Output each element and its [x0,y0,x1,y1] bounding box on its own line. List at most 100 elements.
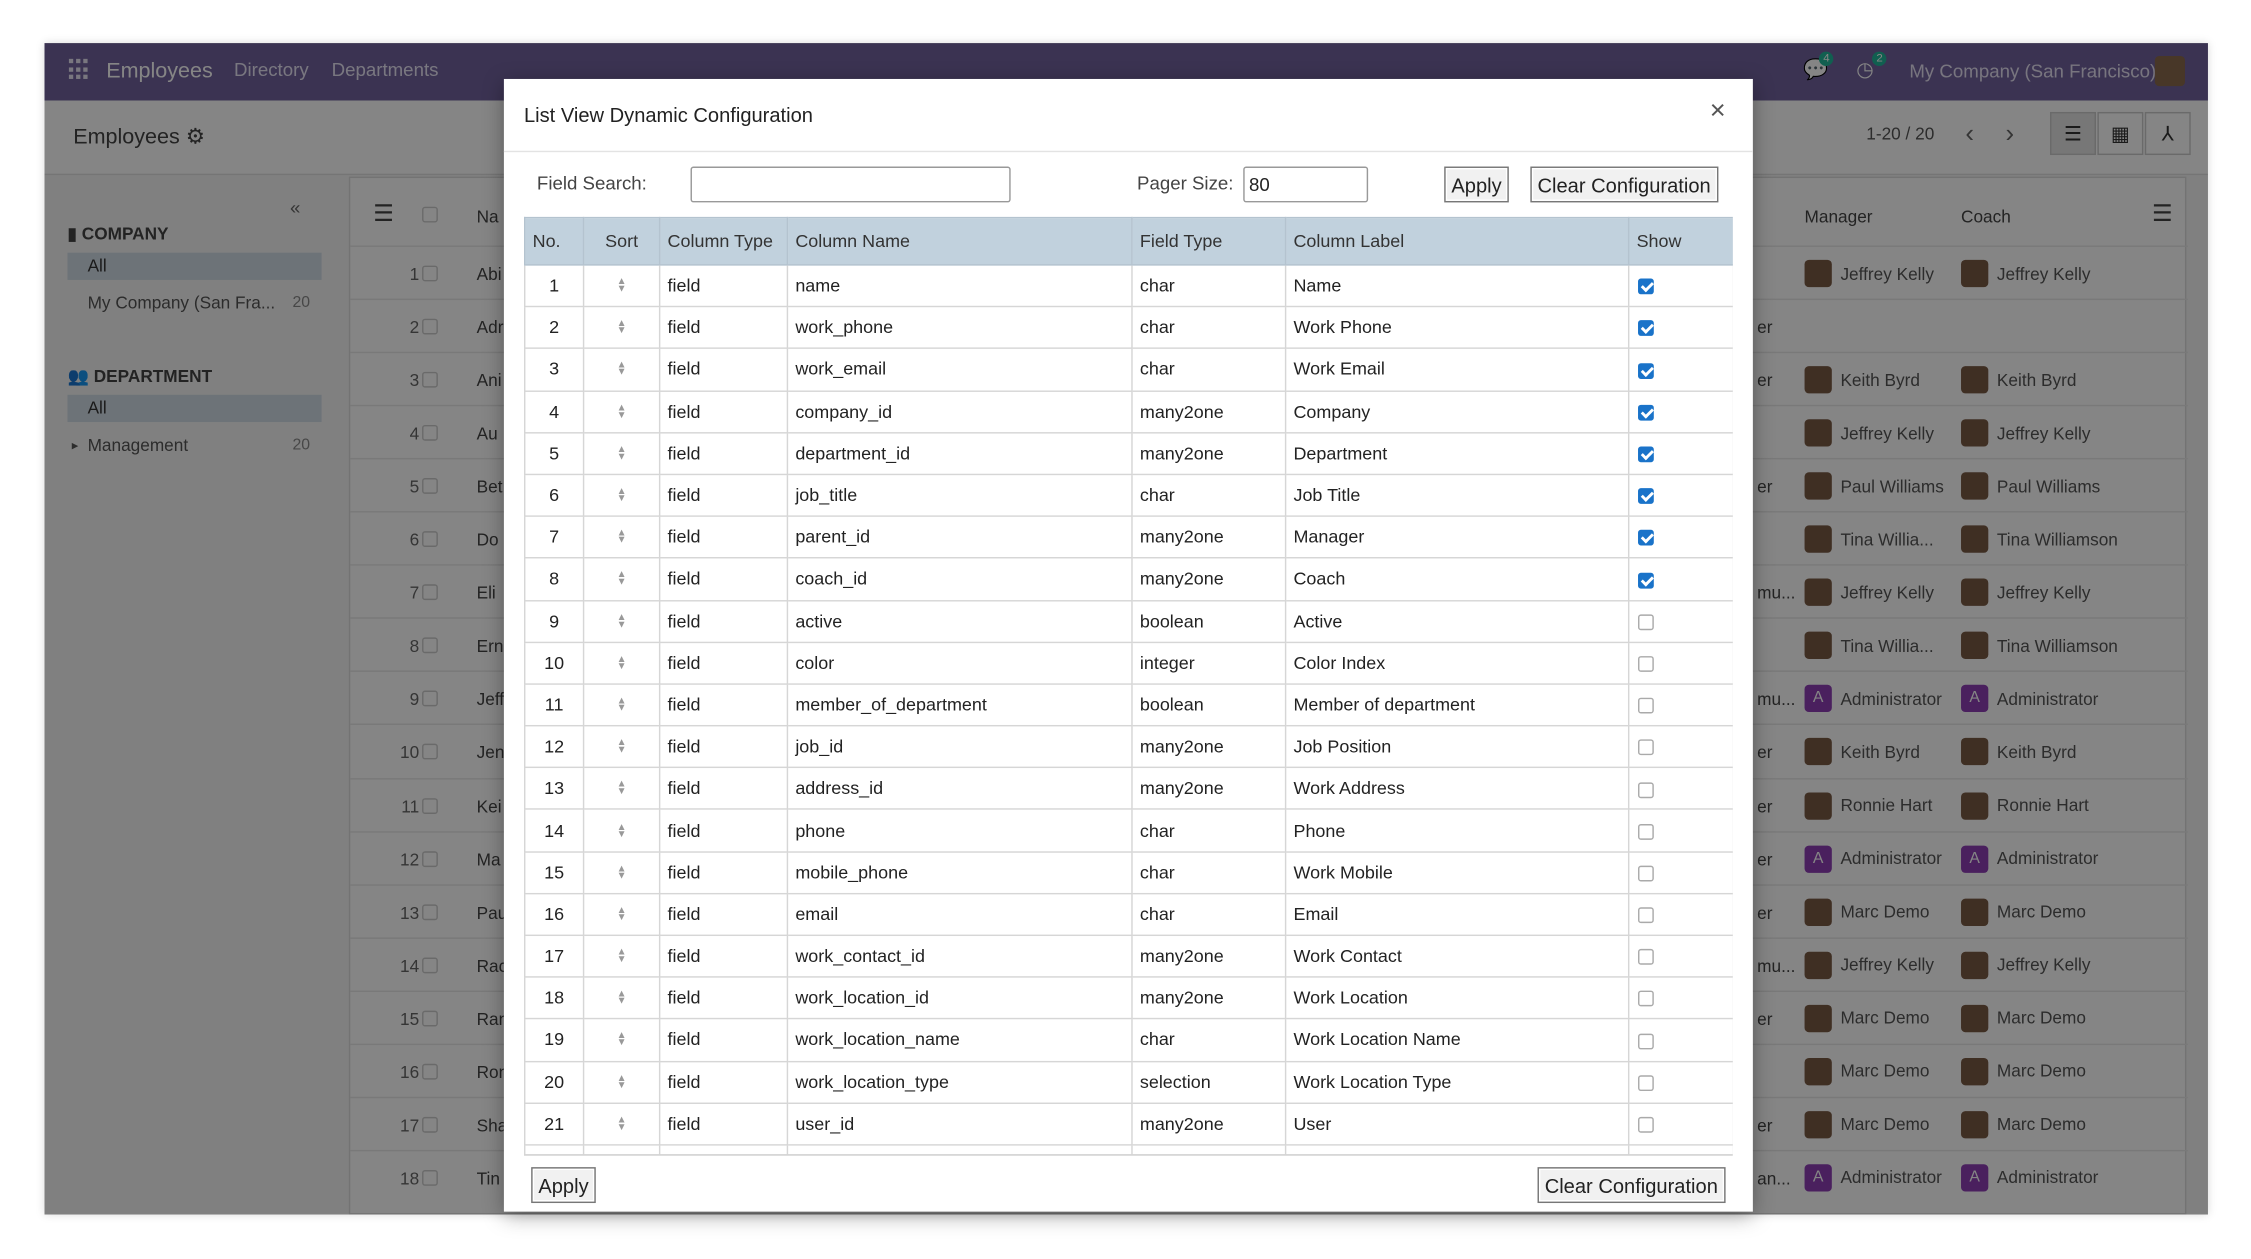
column-label[interactable]: User [1284,1102,1630,1146]
column-label[interactable]: Color Index [1284,641,1630,685]
column-label[interactable]: Work Email [1284,347,1630,392]
config-row[interactable]: 3 ▲ ▼ field work_email char Work Email [523,347,1733,392]
config-row[interactable]: 2 ▲ ▼ field work_phone char Work Phone [523,306,1733,350]
show-checkbox[interactable] [1638,530,1654,547]
sort-handle-icon[interactable]: ▲ ▼ [582,431,661,476]
column-label[interactable]: Active [1284,599,1630,643]
sort-handle-icon[interactable]: ▲ ▼ [582,641,661,685]
config-row[interactable]: 18 ▲ ▼ field work_location_id many2one Work Lo… [523,976,1733,1020]
apply-button-top[interactable]: Apply [1444,166,1509,203]
sort-handle-icon[interactable]: ▲ ▼ [582,808,661,853]
show-checkbox[interactable] [1638,823,1654,840]
column-label[interactable]: Work Location [1284,976,1630,1020]
show-checkbox[interactable] [1638,949,1654,966]
config-row[interactable]: 10 ▲ ▼ field color integer Color Index [523,641,1733,685]
show-checkbox[interactable] [1638,781,1654,798]
clear-configuration-button-bottom[interactable]: Clear Configuration [1537,1167,1726,1204]
sort-handle-icon[interactable]: ▲ ▼ [582,306,661,350]
config-row[interactable]: 4 ▲ ▼ field company_id many2one Company [523,389,1733,434]
column-type: field [658,389,789,434]
show-cell [1627,515,1733,559]
show-checkbox[interactable] [1638,614,1654,630]
column-label[interactable]: Job Position [1284,725,1630,769]
column-label[interactable]: Name [1284,264,1630,308]
show-checkbox[interactable] [1638,907,1654,924]
show-checkbox[interactable] [1638,697,1654,714]
column-label[interactable]: Company [1284,389,1630,434]
pager-size-input[interactable] [1243,166,1369,203]
column-label[interactable]: Work Mobile [1284,850,1630,895]
fields-table-scroll[interactable]: No. Sort Column Type Column Name Field T… [523,216,1733,1156]
config-row[interactable]: 1 ▲ ▼ field name char Name [523,264,1733,308]
column-label[interactable]: Work Location Type [1284,1060,1630,1104]
config-row[interactable]: 8 ▲ ▼ field coach_id many2one Coach [523,557,1733,601]
field-type: char [1131,306,1287,350]
column-label[interactable]: Work Phone [1284,306,1630,350]
show-checkbox[interactable] [1638,656,1654,672]
column-label[interactable]: Coach [1284,557,1630,601]
show-checkbox[interactable] [1638,1075,1654,1091]
column-label[interactable]: Phone [1284,808,1630,853]
config-row[interactable]: 6 ▲ ▼ field job_title char Job Title [523,473,1733,518]
sort-handle-icon[interactable]: ▲ ▼ [582,1102,661,1146]
clear-configuration-button-top[interactable]: Clear Configuration [1530,166,1718,203]
config-row[interactable]: 9 ▲ ▼ field active boolean Active [523,599,1733,643]
config-row[interactable]: 16 ▲ ▼ field email char Email [523,892,1733,937]
show-checkbox[interactable] [1638,404,1654,421]
show-checkbox[interactable] [1638,320,1654,337]
sort-handle-icon[interactable]: ▲ ▼ [582,473,661,518]
sort-handle-icon[interactable]: ▲ ▼ [582,892,661,937]
show-checkbox[interactable] [1638,572,1654,589]
sort-handle-icon[interactable]: ▲ ▼ [582,389,661,434]
sort-handle-icon[interactable]: ▲ ▼ [582,766,661,811]
row-number: 13 [523,766,585,811]
apply-button-bottom[interactable]: Apply [531,1167,596,1204]
sort-handle-icon[interactable]: ▲ ▼ [582,683,661,727]
sort-handle-icon[interactable]: ▲ ▼ [582,515,661,559]
show-checkbox[interactable] [1638,488,1654,505]
config-row[interactable]: 5 ▲ ▼ field department_id many2one Department [523,431,1733,476]
config-row[interactable]: 14 ▲ ▼ field phone char Phone [523,808,1733,853]
config-row[interactable]: 20 ▲ ▼ field work_location_type selection Work… [523,1060,1733,1104]
sort-handle-icon[interactable]: ▲ ▼ [582,1018,661,1062]
column-label[interactable]: Manager [1284,515,1630,559]
column-label[interactable]: Work Contact [1284,934,1630,978]
header-column-name: Column Name [786,216,1133,266]
config-row[interactable]: 21 ▲ ▼ field user_id many2one User [523,1102,1733,1146]
column-label[interactable]: Work Location Name [1284,1018,1630,1062]
show-checkbox[interactable] [1638,991,1654,1008]
config-row[interactable] [523,1144,1733,1155]
column-label[interactable]: Member of department [1284,683,1630,727]
show-checkbox[interactable] [1638,1116,1654,1133]
column-label[interactable]: Department [1284,431,1630,476]
config-row[interactable]: 13 ▲ ▼ field address_id many2one Work Address [523,766,1733,811]
sort-handle-icon[interactable]: ▲ ▼ [582,850,661,895]
column-label[interactable]: Email [1284,892,1630,937]
sort-handle-icon[interactable]: ▲ ▼ [582,347,661,392]
show-checkbox[interactable] [1638,865,1654,882]
sort-handle-icon[interactable]: ▲ ▼ [582,934,661,978]
config-row[interactable]: 17 ▲ ▼ field work_contact_id many2one Work Con… [523,934,1733,978]
show-cell [1627,431,1733,476]
config-row[interactable]: 7 ▲ ▼ field parent_id many2one Manager [523,515,1733,559]
show-checkbox[interactable] [1638,1033,1654,1049]
show-checkbox[interactable] [1638,446,1654,463]
sort-handle-icon[interactable]: ▲ ▼ [582,557,661,601]
column-label[interactable]: Job Title [1284,473,1630,518]
config-row[interactable]: 11 ▲ ▼ field member_of_department boolean Memb… [523,683,1733,727]
column-label[interactable]: Work Address [1284,766,1630,811]
config-row[interactable]: 12 ▲ ▼ field job_id many2one Job Position [523,725,1733,769]
sort-handle-icon[interactable]: ▲ ▼ [582,264,661,308]
close-icon[interactable]: × [1710,97,1726,127]
show-checkbox[interactable] [1638,739,1654,756]
sort-handle-icon[interactable]: ▲ ▼ [582,976,661,1020]
sort-handle-icon[interactable]: ▲ ▼ [582,599,661,643]
show-checkbox[interactable] [1638,362,1654,379]
config-row[interactable]: 19 ▲ ▼ field work_location_name char Work Loca… [523,1018,1733,1062]
show-cell [1627,892,1733,937]
config-row[interactable]: 15 ▲ ▼ field mobile_phone char Work Mobile [523,850,1733,895]
sort-handle-icon[interactable]: ▲ ▼ [582,1060,661,1104]
show-checkbox[interactable] [1638,278,1654,295]
sort-handle-icon[interactable]: ▲ ▼ [582,725,661,769]
field-search-input[interactable] [690,166,1011,203]
